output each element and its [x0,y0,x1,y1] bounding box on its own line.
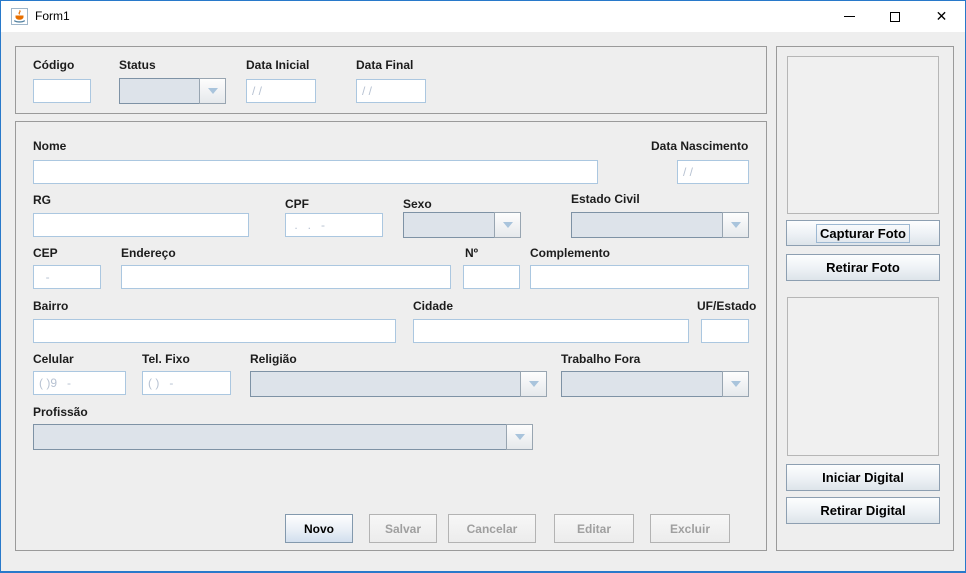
profissao-combobox[interactable] [33,424,533,450]
capturar-foto-label: Capturar Foto [816,224,910,243]
sexo-combobox-button[interactable] [494,212,521,238]
codigo-input[interactable] [33,79,91,103]
chevron-down-icon [731,381,741,387]
profissao-label: Profissão [33,405,88,419]
religiao-combobox-value [250,371,520,397]
chevron-down-icon [529,381,539,387]
rg-input[interactable] [33,213,249,237]
trabalho-fora-combobox-button[interactable] [722,371,749,397]
estado-civil-combobox-button[interactable] [722,212,749,238]
retirar-digital-button[interactable]: Retirar Digital [786,497,940,524]
chevron-down-icon [731,222,741,228]
data-nascimento-label: Data Nascimento [651,139,748,153]
maximize-icon [890,12,900,22]
status-combobox-value [119,78,199,104]
close-icon: ✕ [936,8,948,25]
codigo-label: Código [33,58,74,72]
endereco-input[interactable] [121,265,451,289]
profissao-combobox-value [33,424,506,450]
estado-civil-combobox-value [571,212,722,238]
cpf-input[interactable] [285,213,383,237]
estado-civil-combobox[interactable] [571,212,749,238]
retirar-foto-button[interactable]: Retirar Foto [786,254,940,281]
sexo-combobox[interactable] [403,212,521,238]
data-final-label: Data Final [356,58,413,72]
sexo-combobox-value [403,212,494,238]
numero-label: Nº [465,246,478,260]
cep-input[interactable] [33,265,101,289]
uf-estado-label: UF/Estado [697,299,756,313]
trabalho-fora-combobox[interactable] [561,371,749,397]
sexo-label: Sexo [403,197,432,211]
titlebar: Form1 ✕ [1,1,965,32]
minimize-button[interactable] [827,1,872,32]
cep-label: CEP [33,246,58,260]
fingerprint-preview-box [787,297,939,456]
profissao-combobox-button[interactable] [506,424,533,450]
nome-label: Nome [33,139,66,153]
maximize-button[interactable] [872,1,918,32]
iniciar-digital-button[interactable]: Iniciar Digital [786,464,940,491]
photo-preview-box [787,56,939,214]
bairro-label: Bairro [33,299,68,313]
close-button[interactable]: ✕ [918,1,965,32]
complemento-input[interactable] [530,265,749,289]
minimize-icon [844,16,855,17]
java-coffee-cup-icon [11,8,28,25]
salvar-button[interactable]: Salvar [369,514,437,543]
numero-input[interactable] [463,265,520,289]
religiao-combobox[interactable] [250,371,547,397]
cpf-label: CPF [285,197,309,211]
cidade-label: Cidade [413,299,453,313]
chevron-down-icon [515,434,525,440]
celular-label: Celular [33,352,74,366]
tel-fixo-label: Tel. Fixo [142,352,190,366]
data-final-input[interactable] [356,79,426,103]
cidade-input[interactable] [413,319,689,343]
status-label: Status [119,58,156,72]
bairro-input[interactable] [33,319,396,343]
editar-button[interactable]: Editar [554,514,634,543]
religiao-label: Religião [250,352,297,366]
novo-button[interactable]: Novo [285,514,353,543]
window-title: Form1 [35,9,70,23]
celular-input[interactable] [33,371,126,395]
capturar-foto-button[interactable]: Capturar Foto [786,220,940,246]
rg-label: RG [33,193,51,207]
data-nascimento-input[interactable] [677,160,749,184]
cancelar-button[interactable]: Cancelar [448,514,536,543]
status-combobox-button[interactable] [199,78,226,104]
status-combobox[interactable] [119,78,226,104]
religiao-combobox-button[interactable] [520,371,547,397]
data-inicial-input[interactable] [246,79,316,103]
complemento-label: Complemento [530,246,610,260]
chevron-down-icon [208,88,218,94]
form1-window: Form1 ✕ Código Status Data Inicial Data … [0,0,966,573]
data-inicial-label: Data Inicial [246,58,309,72]
trabalho-fora-combobox-value [561,371,722,397]
trabalho-fora-label: Trabalho Fora [561,352,640,366]
nome-input[interactable] [33,160,598,184]
excluir-button[interactable]: Excluir [650,514,730,543]
estado-civil-label: Estado Civil [571,192,640,206]
uf-estado-input[interactable] [701,319,749,343]
chevron-down-icon [503,222,513,228]
tel-fixo-input[interactable] [142,371,231,395]
endereco-label: Endereço [121,246,176,260]
